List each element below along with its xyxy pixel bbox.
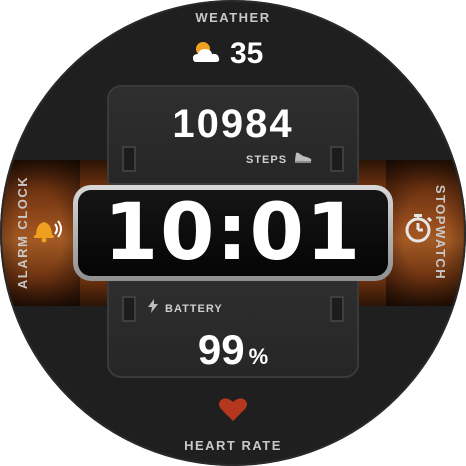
lightning-icon <box>147 299 159 318</box>
battery-unit: % <box>248 344 269 369</box>
heart-rate-label[interactable]: HEART RATE <box>0 438 466 453</box>
stopwatch-icon[interactable] <box>402 212 434 249</box>
alarm-bell-icon[interactable] <box>28 214 64 249</box>
panel-clip <box>122 296 136 322</box>
battery-label: BATTERY <box>165 302 223 315</box>
time-display: 10:01 <box>78 190 388 276</box>
steps-label-row: STEPS <box>246 150 313 169</box>
battery-value: 99 <box>197 326 245 373</box>
heart-icon[interactable] <box>218 396 248 427</box>
watch-face: WEATHER 35 10984 STEPS 10:01 ALARM CLOCK <box>0 0 466 466</box>
battery-complication[interactable]: 99 % <box>107 326 359 374</box>
battery-label-row: BATTERY <box>147 299 223 318</box>
weather-complication[interactable]: 35 <box>190 36 290 72</box>
shoe-icon <box>293 150 313 169</box>
panel-clip <box>330 296 344 322</box>
steps-value[interactable]: 10984 <box>107 102 359 147</box>
steps-label: STEPS <box>246 153 288 166</box>
partly-cloudy-icon <box>190 38 224 71</box>
time-text: 10:01 <box>103 188 363 278</box>
weather-label[interactable]: WEATHER <box>0 10 466 25</box>
time-display-frame: 10:01 <box>73 185 393 281</box>
stopwatch-label[interactable]: STOPWATCH <box>433 185 448 280</box>
panel-clip <box>122 146 136 172</box>
weather-temperature: 35 <box>230 37 264 70</box>
panel-clip <box>330 146 344 172</box>
